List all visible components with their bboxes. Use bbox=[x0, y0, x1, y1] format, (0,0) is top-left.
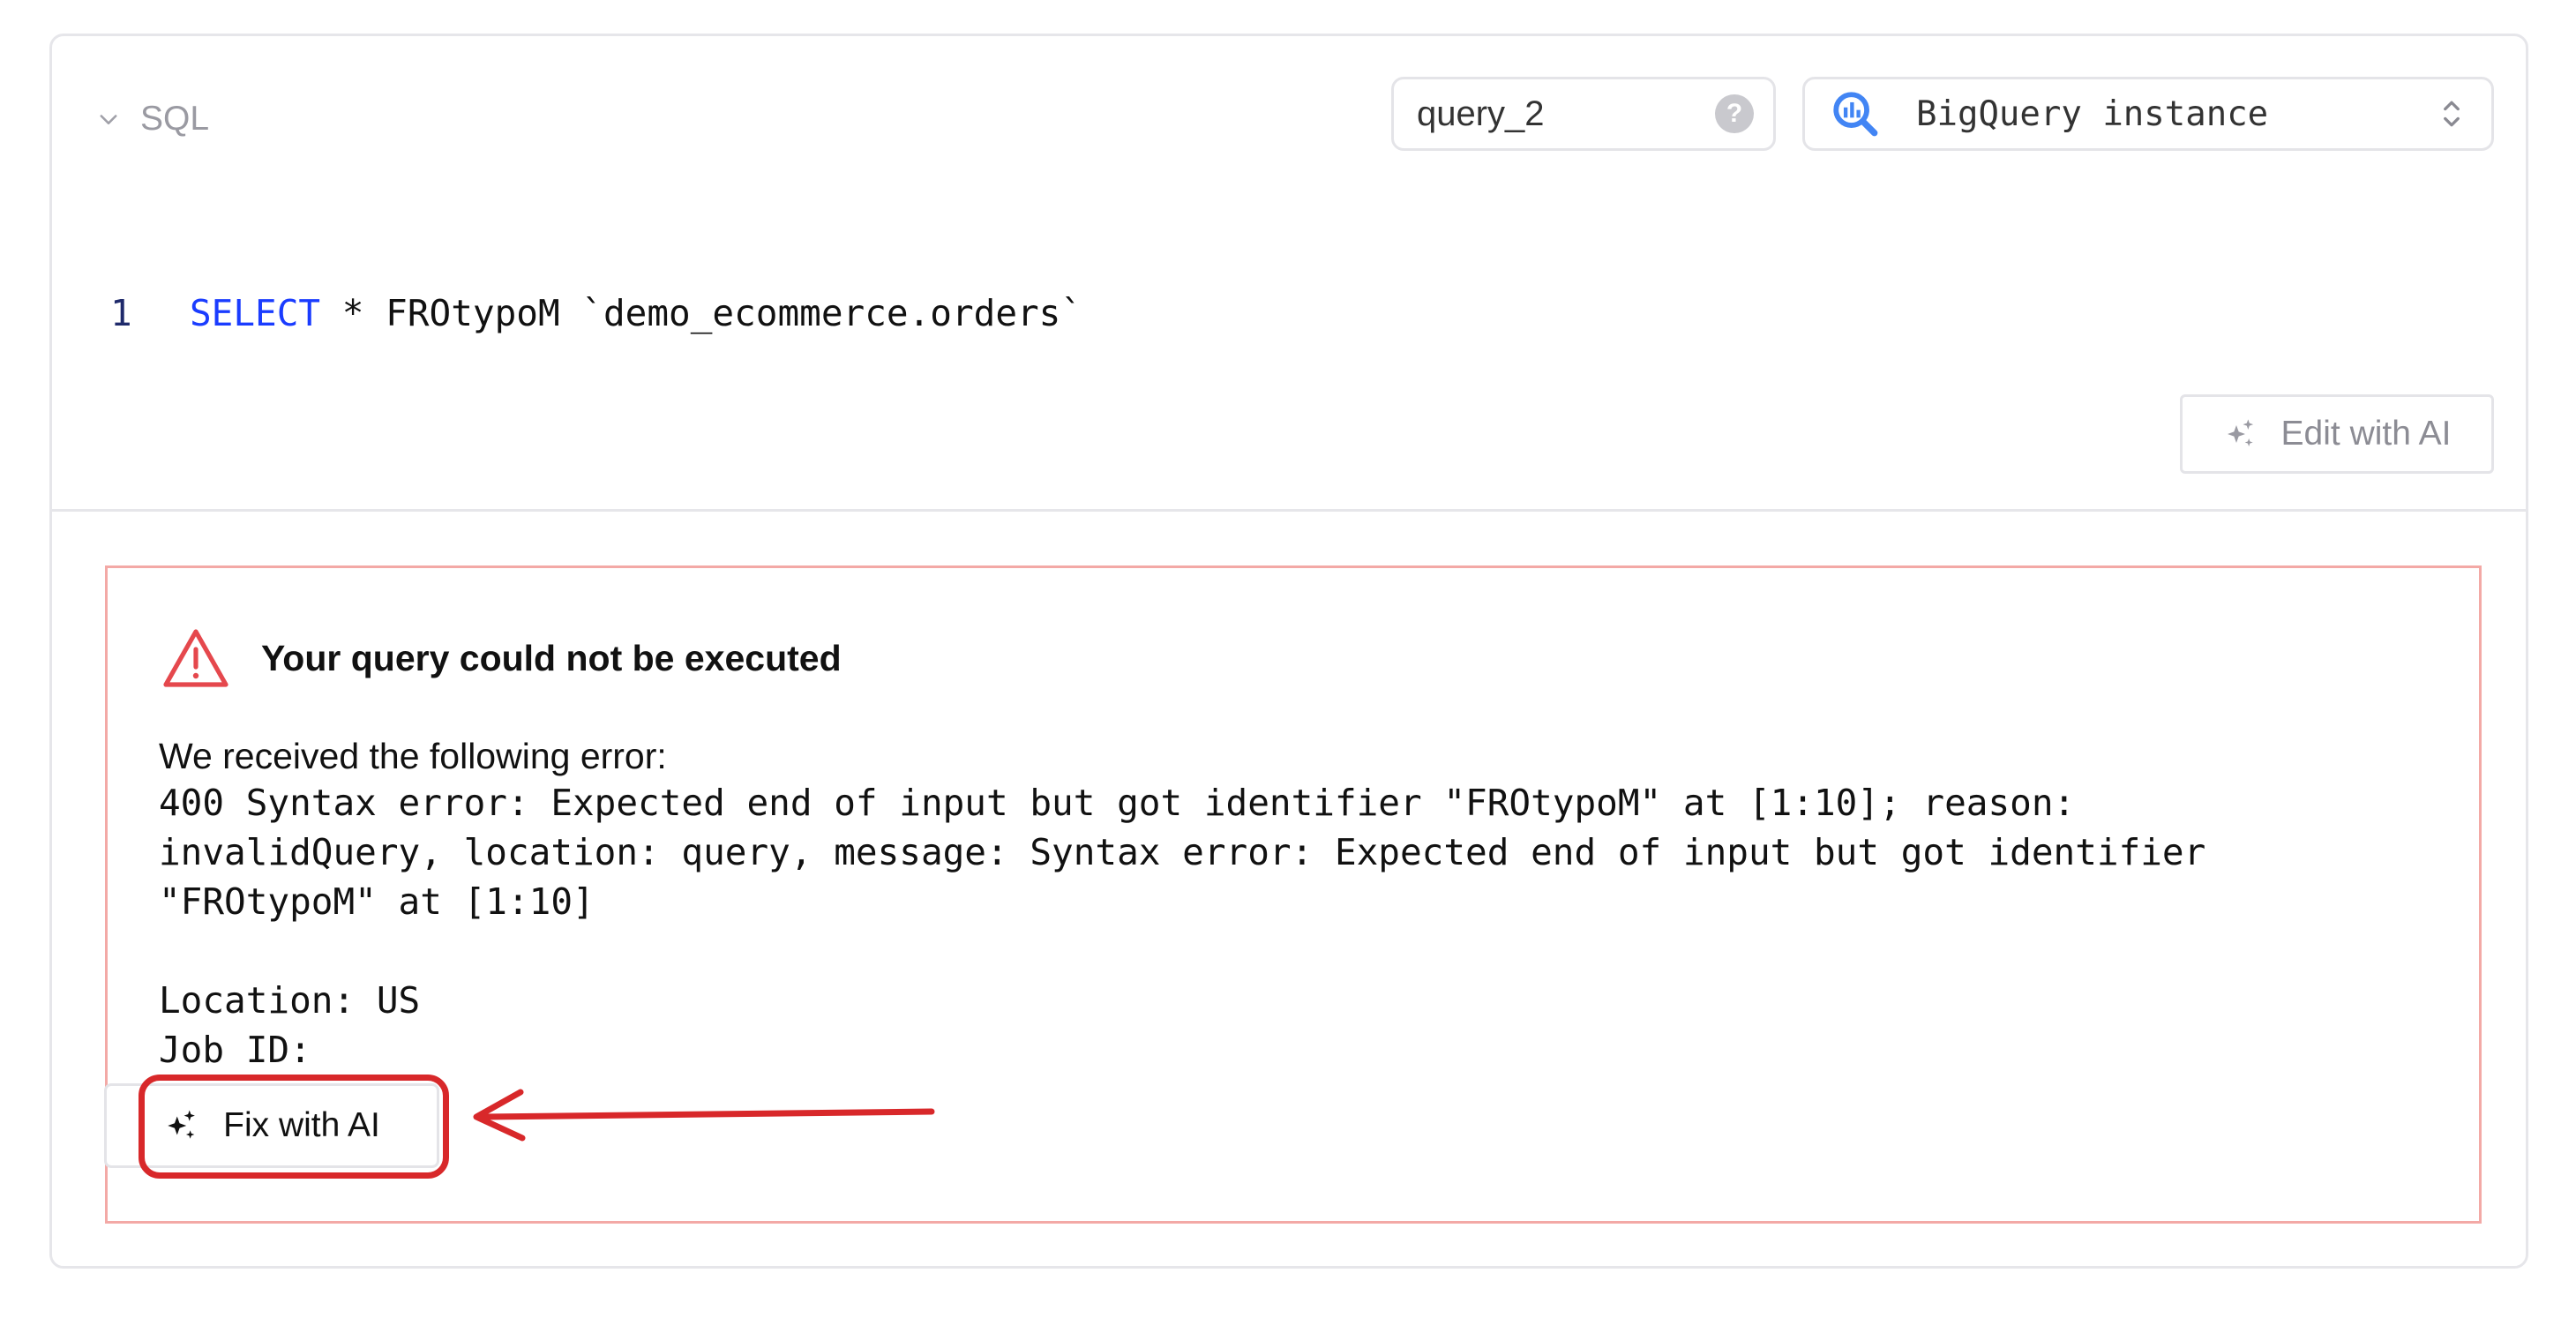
bigquery-icon bbox=[1833, 92, 1878, 137]
fix-with-ai-button[interactable]: Fix with AI bbox=[104, 1083, 439, 1168]
error-location: Location: US bbox=[159, 979, 421, 1022]
error-line bbox=[159, 926, 2435, 976]
error-header: Your query could not be executed bbox=[161, 621, 842, 695]
chevron-down-icon bbox=[100, 115, 117, 124]
section-label: SQL bbox=[140, 100, 210, 138]
line-number: 1 bbox=[110, 292, 132, 334]
sql-cell-header: SQL query_2 ? BigQuery instance 1 SELECT bbox=[52, 36, 2526, 512]
data-source-name: BigQuery instance bbox=[1916, 94, 2269, 134]
error-intro: We received the following error: bbox=[159, 736, 667, 776]
error-message: 400 Syntax error: Expected end of input … bbox=[159, 778, 2435, 1075]
sql-keyword: SELECT bbox=[190, 292, 321, 334]
error-line: 400 Syntax error: Expected end of input … bbox=[159, 782, 2076, 824]
edit-with-ai-label: Edit with AI bbox=[2280, 415, 2452, 453]
data-source-select[interactable]: BigQuery instance bbox=[1802, 77, 2494, 151]
fix-with-ai-label: Fix with AI bbox=[223, 1106, 380, 1144]
error-title: Your query could not be executed bbox=[261, 637, 842, 678]
query-name-value: query_2 bbox=[1417, 94, 1545, 133]
error-line: invalidQuery, location: query, message: … bbox=[159, 831, 2206, 873]
error-line: "FROtypoM" at [1:10] bbox=[159, 880, 595, 923]
sql-collapse-toggle[interactable]: SQL bbox=[96, 98, 209, 140]
chevron-updown-icon bbox=[2444, 101, 2460, 127]
error-panel: Your query could not be executed We rece… bbox=[105, 565, 2482, 1224]
edit-with-ai-button[interactable]: Edit with AI bbox=[2180, 394, 2494, 474]
sparkles-icon bbox=[168, 1110, 196, 1139]
code-editor-line[interactable]: 1 SELECT * FROtypoM `demo_ecommerce.orde… bbox=[110, 287, 1082, 340]
sparkles-icon bbox=[2227, 419, 2253, 446]
question-mark-icon[interactable]: ? bbox=[1715, 94, 1754, 133]
query-name-input[interactable]: query_2 ? bbox=[1391, 77, 1776, 151]
warning-triangle-icon bbox=[163, 629, 228, 687]
error-job-id: Job ID: bbox=[159, 1029, 311, 1071]
sql-code-text: * FROtypoM `demo_ecommerce.orders` bbox=[320, 292, 1083, 334]
